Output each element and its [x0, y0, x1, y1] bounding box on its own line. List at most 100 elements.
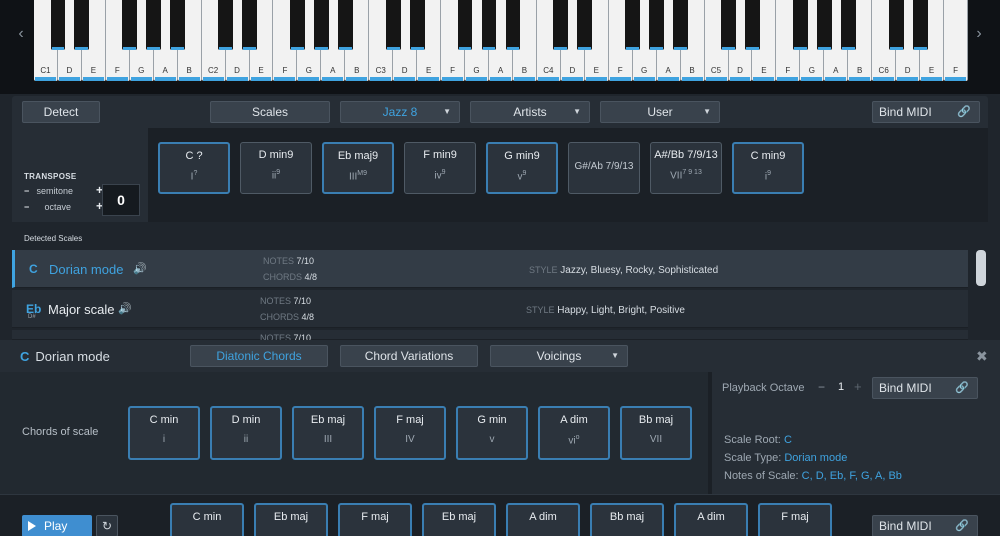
- playback-bind-midi-button[interactable]: Bind MIDI 🔗: [872, 377, 978, 399]
- chord-card[interactable]: G min v: [456, 406, 528, 460]
- chord-card[interactable]: D min ii: [210, 406, 282, 460]
- piano-key-highlight: [219, 47, 232, 50]
- piano-key-highlight: [945, 77, 966, 81]
- piano-black-key[interactable]: [337, 0, 353, 50]
- chord-card[interactable]: F min9 iv9: [404, 142, 476, 194]
- scale-row[interactable]: NOTES 7/10: [12, 330, 968, 343]
- chord-degree-text: i: [162, 434, 166, 445]
- sequence-chord-card[interactable]: F maj: [338, 503, 412, 536]
- scale-type-info: Scale Type: Dorian mode: [724, 452, 847, 464]
- piano-key-highlight: [633, 77, 655, 81]
- piano-key-highlight: [314, 47, 328, 50]
- octave-minus-icon[interactable]: −: [24, 202, 34, 212]
- piano-black-key[interactable]: [409, 0, 425, 50]
- detect-button[interactable]: Detect: [22, 101, 100, 123]
- chord-card[interactable]: C min9 i9: [732, 142, 804, 194]
- sequencer-bind-midi-button[interactable]: Bind MIDI 🔗: [872, 515, 978, 536]
- piano-black-key[interactable]: [481, 0, 497, 50]
- scale-detail-panel: C Dorian mode Diatonic Chords Chord Varia…: [0, 340, 1000, 536]
- piano-black-key[interactable]: [505, 0, 521, 50]
- chords-of-scale-panel: Chords of scale C min i D min ii Eb maj III F …: [0, 372, 708, 494]
- sequence-chord-card[interactable]: Eb maj: [254, 503, 328, 536]
- playback-minus-icon[interactable]: −: [818, 380, 825, 394]
- sequence-chord-card[interactable]: C min: [170, 503, 244, 536]
- piano-black-key[interactable]: [385, 0, 401, 50]
- piano-keyboard[interactable]: C1 D E F G A B C2 D E F G A B C3 D E F G A B C4 D E F G A B C5 D E F G A B…: [34, 0, 968, 82]
- jazz-dropdown[interactable]: Jazz 8 ▼: [340, 101, 460, 123]
- speaker-icon[interactable]: 🔊: [118, 302, 132, 315]
- user-dropdown[interactable]: User ▼: [600, 101, 720, 123]
- piano-black-key[interactable]: [816, 0, 832, 50]
- sequence-chord-card[interactable]: A dim: [506, 503, 580, 536]
- loop-icon[interactable]: ↻: [96, 515, 118, 536]
- scale-chords-stat: CHORDS 4/8: [263, 272, 317, 282]
- scrollbar-thumb[interactable]: [976, 250, 986, 286]
- chord-degree: i: [130, 434, 198, 445]
- piano-black-key[interactable]: [457, 0, 473, 50]
- piano-black-key[interactable]: [745, 0, 760, 50]
- tab-diatonic-chords[interactable]: Diatonic Chords: [190, 345, 328, 367]
- piano-black-key[interactable]: [553, 0, 569, 50]
- piano-key-highlight: [410, 47, 424, 50]
- piano-black-key[interactable]: [170, 0, 186, 50]
- scale-row[interactable]: C Dorian mode 🔊 NOTES 7/10 CHORDS 4/8 STYLE J…: [12, 250, 968, 288]
- chord-degree-text: iv: [434, 170, 442, 182]
- tab-chord-variations[interactable]: Chord Variations: [340, 345, 478, 367]
- chord-card[interactable]: D min9 ii9: [240, 142, 312, 194]
- speaker-icon[interactable]: 🔊: [133, 262, 147, 275]
- scale-name: Major scale: [48, 302, 115, 317]
- piano-black-key[interactable]: [74, 0, 90, 50]
- chord-card[interactable]: Eb maj III: [292, 406, 364, 460]
- chord-card[interactable]: Eb maj9 IIIM9: [322, 142, 394, 194]
- chord-card[interactable]: A dim vio: [538, 406, 610, 460]
- piano-key-label: C5: [710, 66, 722, 75]
- piano-left-arrow-icon[interactable]: ‹: [14, 22, 28, 46]
- piano-black-key[interactable]: [577, 0, 593, 50]
- piano-black-key[interactable]: [625, 0, 641, 50]
- piano-black-key[interactable]: [721, 0, 736, 50]
- piano-black-key[interactable]: [673, 0, 689, 50]
- piano-black-key[interactable]: [50, 0, 66, 50]
- piano-black-key[interactable]: [912, 0, 928, 50]
- sequence-chord-card[interactable]: F maj: [758, 503, 832, 536]
- semitone-minus-icon[interactable]: −: [24, 186, 34, 196]
- chord-card[interactable]: G min9 v9: [486, 142, 558, 194]
- piano-black-key[interactable]: [146, 0, 162, 50]
- chord-name: C min: [192, 511, 222, 523]
- piano-black-key[interactable]: [792, 0, 808, 50]
- artists-dropdown[interactable]: Artists ▼: [470, 101, 590, 123]
- chord-card[interactable]: A#/Bb 7/9/13 VII7 9 13: [650, 142, 722, 194]
- piano-right-arrow-icon[interactable]: ›: [972, 22, 986, 46]
- voicings-dropdown[interactable]: Voicings ▼: [490, 345, 628, 367]
- scales-button[interactable]: Scales: [210, 101, 330, 123]
- play-button[interactable]: Play: [22, 515, 92, 536]
- chord-card[interactable]: Bb maj VII: [620, 406, 692, 460]
- chord-card[interactable]: G#/Ab 7/9/13: [568, 142, 640, 194]
- playback-octave-label: Playback Octave: [722, 382, 805, 394]
- piano-black-key[interactable]: [313, 0, 329, 50]
- piano-key-highlight: [746, 47, 759, 50]
- piano-key-highlight: [841, 47, 855, 50]
- piano-black-key[interactable]: [840, 0, 856, 50]
- piano-black-key[interactable]: [649, 0, 665, 50]
- piano-black-key[interactable]: [888, 0, 904, 50]
- piano-key-highlight: [705, 77, 727, 81]
- sequence-chord-card[interactable]: A dim: [674, 503, 748, 536]
- piano-black-key[interactable]: [290, 0, 305, 50]
- chord-extension: M9: [357, 170, 368, 177]
- sequence-chord-card[interactable]: Bb maj: [590, 503, 664, 536]
- chord-card[interactable]: F maj IV: [374, 406, 446, 460]
- piano-black-key[interactable]: [218, 0, 233, 50]
- piano-black-key[interactable]: [242, 0, 257, 50]
- scale-row[interactable]: Eb D# Major scale 🔊 NOTES 7/10 CHORDS 4/8 STYL…: [12, 290, 968, 328]
- sequence-chord-card[interactable]: Eb maj: [422, 503, 496, 536]
- piano-black-key[interactable]: [122, 0, 138, 50]
- piano-white-key[interactable]: F: [944, 0, 968, 81]
- close-icon[interactable]: ✖: [976, 348, 988, 365]
- playback-plus-icon[interactable]: +: [854, 379, 862, 394]
- piano-key-highlight: [554, 47, 568, 50]
- octave-label: octave: [44, 202, 72, 212]
- bind-midi-button[interactable]: Bind MIDI 🔗: [872, 101, 980, 123]
- chord-card[interactable]: C min i: [128, 406, 200, 460]
- chord-card[interactable]: C ? I?: [158, 142, 230, 194]
